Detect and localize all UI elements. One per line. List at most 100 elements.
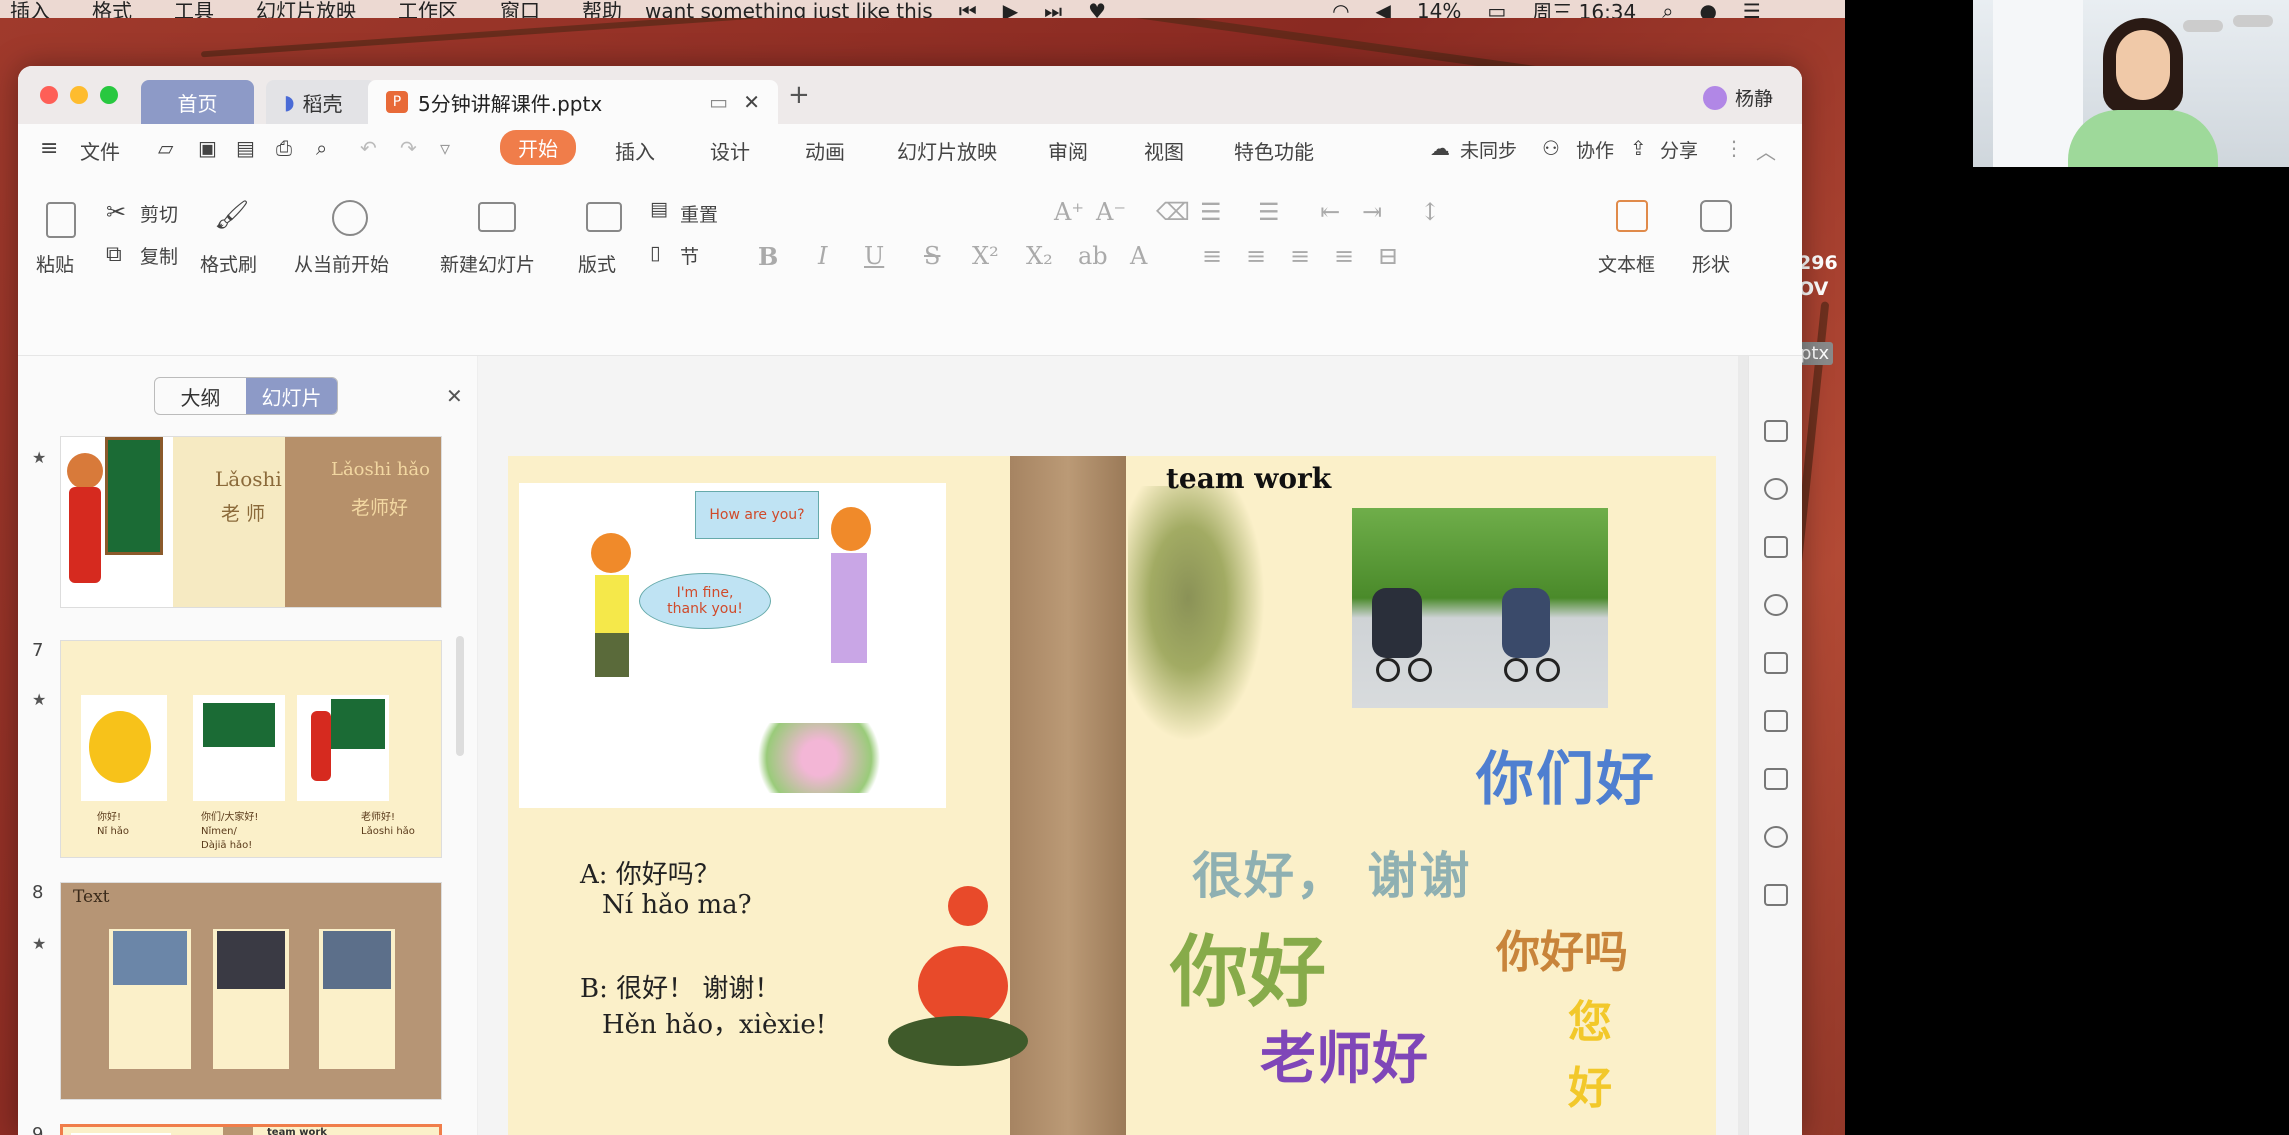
close-panel-icon[interactable]: ✕: [446, 384, 463, 408]
align-left-icon[interactable]: ≡: [1202, 242, 1222, 270]
file-menu[interactable]: 文件: [80, 136, 120, 165]
save-icon[interactable]: ▣: [198, 136, 217, 160]
number-list-icon[interactable]: ☰: [1258, 198, 1280, 226]
underline-icon[interactable]: U: [864, 242, 884, 270]
menu-help[interactable]: 帮助: [582, 0, 622, 18]
menu-workspace[interactable]: 工作区: [398, 0, 458, 18]
indent-decrease-icon[interactable]: ⇤: [1320, 198, 1340, 226]
menu-slideshow[interactable]: 幻灯片放映: [256, 0, 356, 18]
cut-button[interactable]: 剪切: [140, 200, 178, 227]
tab-docer[interactable]: ◗ 稻壳: [266, 80, 376, 124]
bold-icon[interactable]: B: [758, 242, 778, 271]
play-from-current-icon[interactable]: [332, 200, 368, 236]
menu-format[interactable]: 格式: [92, 0, 132, 18]
shape-icon[interactable]: [1700, 200, 1732, 232]
sync-status[interactable]: 未同步: [1460, 136, 1517, 163]
open-icon[interactable]: ▱: [158, 136, 173, 160]
redo-icon[interactable]: ↷: [400, 136, 417, 160]
indent-increase-icon[interactable]: ⇥: [1362, 198, 1382, 226]
layers-icon[interactable]: [1764, 652, 1788, 674]
subscript-icon[interactable]: X₂: [1026, 242, 1053, 270]
menu-insert[interactable]: 插入: [10, 0, 50, 18]
new-slide-button[interactable]: 新建幻灯片: [440, 250, 535, 277]
canvas-scrollbar[interactable]: [1738, 356, 1748, 1135]
font-grow-icon[interactable]: A⁺: [1054, 198, 1084, 226]
collapse-ribbon-icon[interactable]: ︿: [1756, 136, 1776, 165]
history-icon[interactable]: [1764, 826, 1788, 848]
undo-icon[interactable]: ↶: [360, 136, 377, 160]
minimize-window-button[interactable]: [70, 86, 88, 104]
collab-button[interactable]: 协作: [1576, 136, 1614, 163]
image-icon[interactable]: [1764, 884, 1788, 906]
prev-track-icon[interactable]: ⏮: [959, 0, 977, 18]
superscript-icon[interactable]: X²: [972, 242, 999, 270]
volume-icon[interactable]: ◀: [1376, 0, 1391, 18]
tab-design[interactable]: 设计: [710, 136, 750, 165]
battery-icon[interactable]: ▭: [1487, 0, 1506, 18]
layout-button[interactable]: 版式: [578, 250, 616, 277]
siri-icon[interactable]: ●: [1699, 0, 1716, 18]
share-button[interactable]: 分享: [1660, 136, 1698, 163]
slide-thumbnail-6[interactable]: Lǎoshi 老 师 Lǎoshi hǎo 老师好: [60, 436, 442, 608]
clock[interactable]: 周三 16:34: [1532, 0, 1636, 18]
eraser-icon[interactable]: ⌫: [1156, 198, 1190, 226]
slide-thumbnail-9-selected[interactable]: team work: [60, 1124, 442, 1135]
tab-slideshow[interactable]: 幻灯片放映: [897, 136, 997, 165]
strike-icon[interactable]: S: [924, 242, 940, 270]
tab-home[interactable]: 首页: [141, 80, 254, 124]
close-tab-icon[interactable]: ✕: [743, 90, 760, 114]
brush-icon[interactable]: 🖌: [214, 198, 250, 231]
slides-tab[interactable]: 幻灯片: [246, 378, 337, 414]
hamburger-icon[interactable]: ≡: [40, 136, 58, 161]
animation-icon[interactable]: [1764, 710, 1788, 732]
close-window-button[interactable]: [40, 86, 58, 104]
textbox-button[interactable]: 文本框: [1598, 250, 1655, 277]
scissors-icon[interactable]: ✂: [106, 198, 126, 226]
align-center-icon[interactable]: ≡: [1246, 242, 1266, 270]
float-window-icon[interactable]: ▭: [709, 90, 728, 114]
slide-thumbnail-7[interactable]: 你好! Nǐ hǎo 你们/大家好! Nǐmen/ Dàjiā hǎo! 老师好…: [60, 640, 442, 858]
distribute-icon[interactable]: ⊟: [1378, 242, 1398, 270]
from-current-button[interactable]: 从当前开始: [294, 250, 389, 277]
tab-animation[interactable]: 动画: [805, 136, 845, 165]
section-icon[interactable]: ▯: [650, 242, 660, 264]
italic-icon[interactable]: I: [818, 242, 827, 270]
layout-icon[interactable]: [586, 202, 622, 232]
format-painter-button[interactable]: 格式刷: [200, 250, 257, 277]
new-slide-icon[interactable]: [478, 202, 516, 232]
zoom-window-button[interactable]: [100, 86, 118, 104]
reset-button[interactable]: 重置: [680, 200, 718, 227]
section-button[interactable]: 节: [680, 242, 699, 269]
menu-tools[interactable]: 工具: [174, 0, 214, 18]
sliders-icon[interactable]: [1764, 768, 1788, 790]
copy-button[interactable]: 复制: [140, 242, 178, 269]
tab-insert[interactable]: 插入: [615, 136, 655, 165]
outline-tab[interactable]: 大纲: [155, 378, 246, 414]
shape-panel-icon[interactable]: [1764, 478, 1788, 500]
textbox-icon[interactable]: [1616, 200, 1648, 232]
highlight-icon[interactable]: ab: [1078, 242, 1108, 270]
font-color-icon[interactable]: A: [1130, 242, 1147, 270]
fill-icon[interactable]: [1764, 536, 1788, 558]
menu-window[interactable]: 窗口: [500, 0, 540, 18]
justify-icon[interactable]: ≡: [1334, 242, 1354, 270]
spotlight-icon[interactable]: ⌕: [1662, 0, 1673, 18]
line-spacing-icon[interactable]: ↕: [1420, 198, 1440, 226]
user-account[interactable]: 杨静: [1703, 84, 1773, 111]
tab-start[interactable]: 开始: [500, 130, 576, 165]
paste-icon[interactable]: [46, 202, 76, 238]
play-icon[interactable]: ▶: [1003, 0, 1018, 18]
current-slide[interactable]: How are you? I'm fine, thank you! team w…: [508, 456, 1716, 1135]
tab-view[interactable]: 视图: [1144, 136, 1184, 165]
shape-button[interactable]: 形状: [1692, 250, 1730, 277]
next-track-icon[interactable]: ⏭: [1044, 0, 1062, 18]
print-icon[interactable]: ⎙: [276, 136, 292, 160]
bullet-list-icon[interactable]: ☰: [1200, 198, 1222, 226]
copy-icon[interactable]: ⧉: [106, 242, 122, 267]
heart-icon[interactable]: ♥: [1088, 0, 1106, 18]
settings-icon[interactable]: [1764, 594, 1788, 616]
tab-special[interactable]: 特色功能: [1234, 136, 1314, 165]
design-icon[interactable]: [1764, 420, 1788, 442]
pdf-icon[interactable]: ▤: [236, 136, 255, 160]
control-center-icon[interactable]: ☰: [1743, 0, 1761, 18]
